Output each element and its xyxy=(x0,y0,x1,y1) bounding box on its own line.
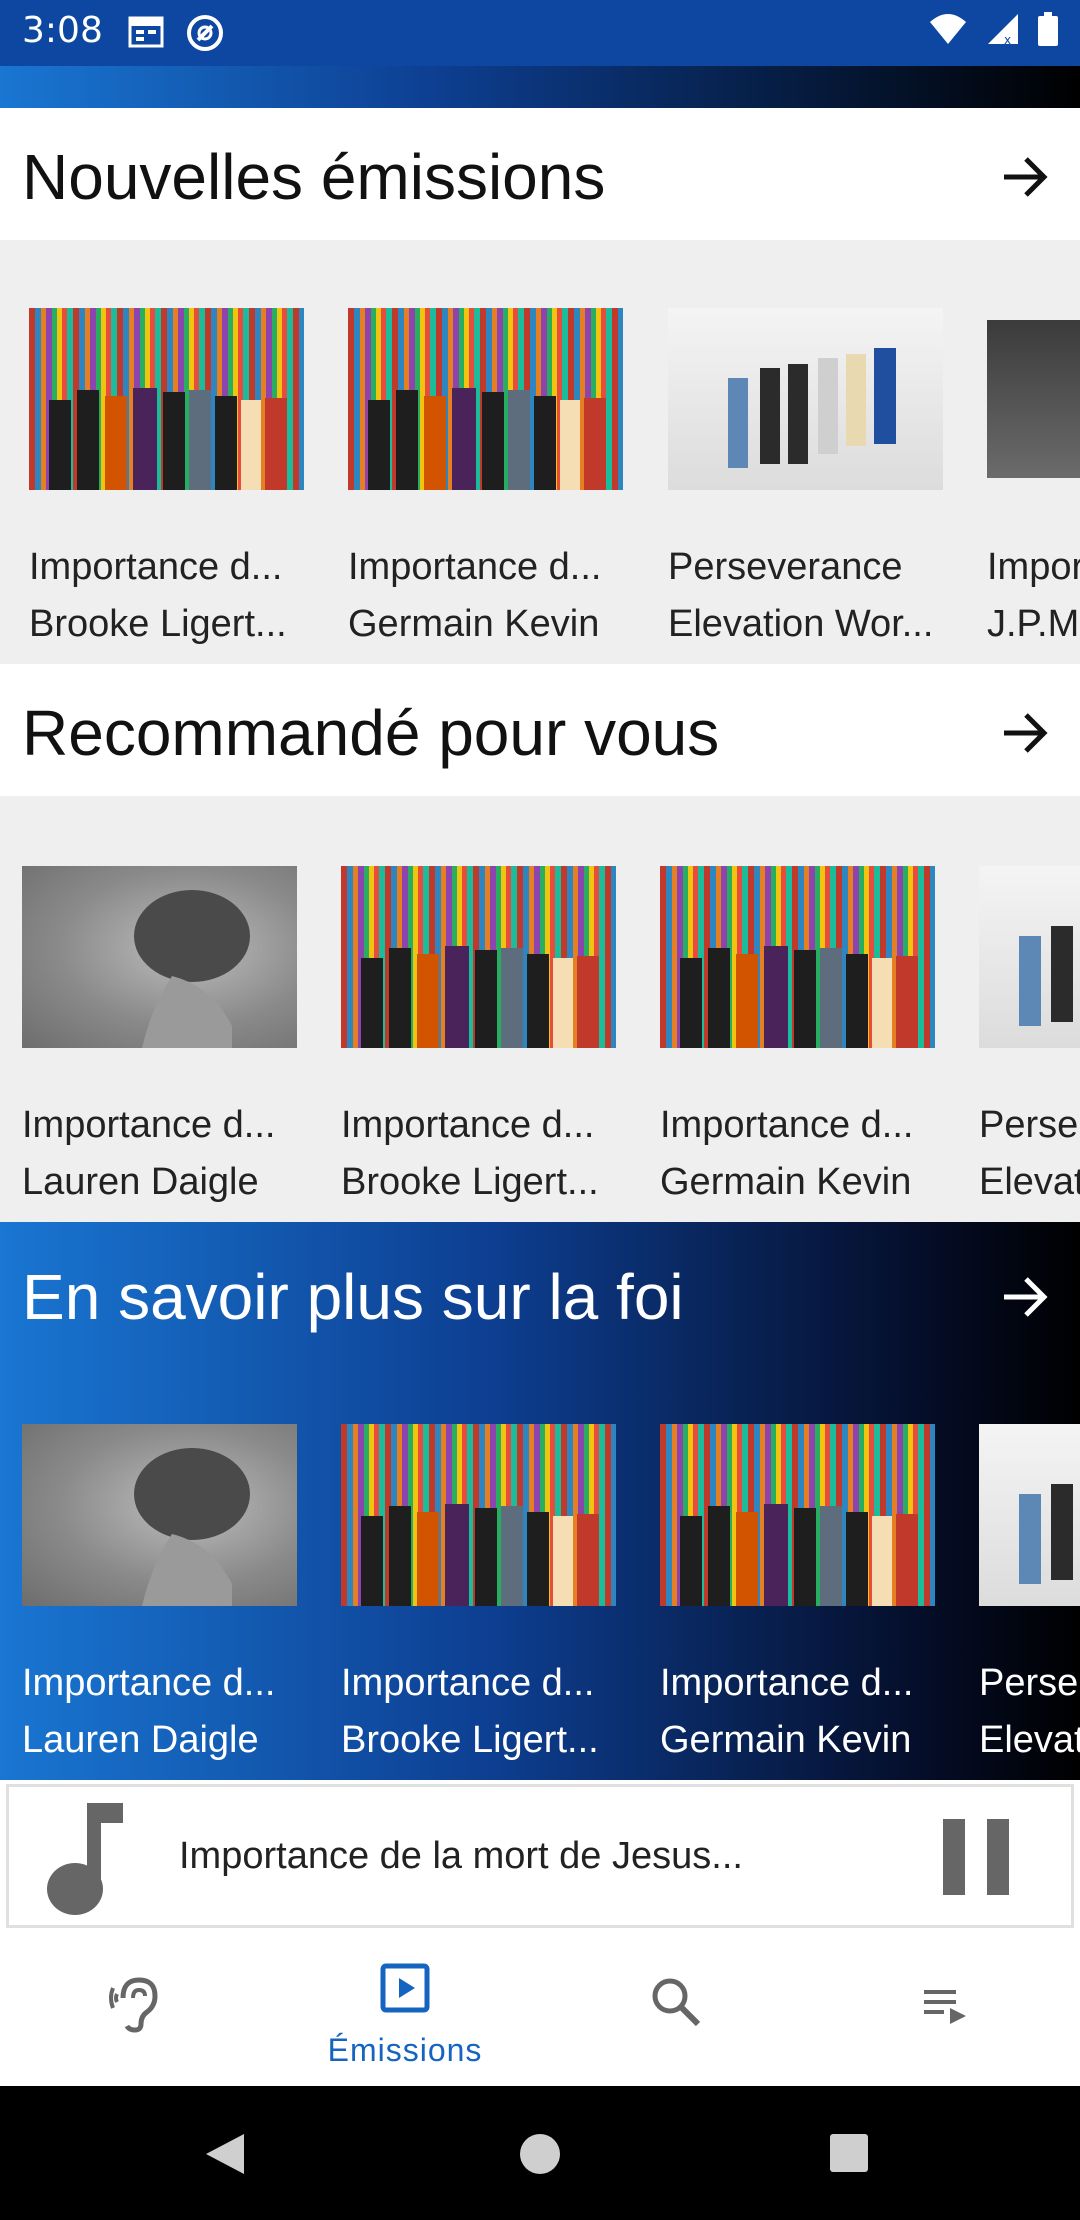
recents-icon[interactable] xyxy=(828,2132,870,2174)
show-subtitle: Germain Kevin xyxy=(348,603,600,645)
show-subtitle: Lauren Daigle xyxy=(22,1161,259,1203)
show-thumbnail xyxy=(22,1424,297,1606)
show-title: Importance d... xyxy=(341,1662,595,1704)
header-gradient xyxy=(0,66,1080,108)
section-header-recommended[interactable]: Recommandé pour vous xyxy=(0,664,1080,796)
nav-search[interactable] xyxy=(540,1934,810,2086)
home-icon[interactable] xyxy=(518,2132,562,2176)
section-header-new[interactable]: Nouvelles émissions xyxy=(0,108,1080,240)
music-note-icon xyxy=(47,1803,123,1915)
show-title: Perse xyxy=(979,1662,1079,1704)
show-subtitle: Lauren Daigle xyxy=(22,1719,259,1761)
ear-icon xyxy=(109,1977,158,2033)
calendar-icon xyxy=(128,14,164,53)
show-card[interactable]: Importance d... Brooke Ligert... xyxy=(341,1424,616,1762)
play-box-icon xyxy=(380,1963,430,2013)
show-card[interactable]: Perse Elevat xyxy=(979,866,1080,1204)
signal-icon: x xyxy=(986,12,1020,51)
show-title: Importance d... xyxy=(22,1662,276,1704)
nav-playlist[interactable] xyxy=(810,1934,1080,2086)
show-title: Importance d... xyxy=(660,1104,914,1146)
svg-text:x: x xyxy=(1004,33,1011,46)
nav-listen[interactable] xyxy=(0,1934,270,2086)
playlist-icon xyxy=(924,1990,966,2024)
show-card[interactable]: Importance d... Lauren Daigle xyxy=(22,866,297,1204)
show-thumbnail xyxy=(987,320,1080,478)
player-title[interactable]: Importance de la mort de Jesus... xyxy=(179,1835,743,1878)
arrow-right-icon[interactable] xyxy=(1000,708,1050,758)
show-subtitle: Germain Kevin xyxy=(660,1719,912,1761)
section-title: Recommandé pour vous xyxy=(22,697,720,769)
bottom-nav: Émissions xyxy=(0,1934,1080,2086)
show-thumbnail xyxy=(668,308,943,490)
show-thumbnail xyxy=(979,866,1080,1048)
search-icon xyxy=(652,1978,701,2027)
show-thumbnail xyxy=(979,1424,1080,1606)
status-bar: 3:08 x xyxy=(0,0,1080,66)
show-subtitle: J.P.M xyxy=(987,603,1080,645)
pause-icon[interactable] xyxy=(941,1817,1011,1897)
arrow-right-icon[interactable] xyxy=(1000,1272,1050,1322)
show-subtitle: Elevat xyxy=(979,1161,1080,1203)
show-subtitle: Germain Kevin xyxy=(660,1161,912,1203)
show-thumbnail xyxy=(341,866,616,1048)
show-thumbnail xyxy=(22,866,297,1048)
show-card[interactable]: Perseverance Elevation Wor... xyxy=(668,308,943,646)
wifi-icon xyxy=(928,12,968,51)
show-title: Importance d... xyxy=(660,1662,914,1704)
show-title: Importance d... xyxy=(341,1104,595,1146)
carousel-recommended[interactable]: Importance d... Lauren Daigle Importance… xyxy=(0,796,1080,1222)
show-subtitle: Elevation Wor... xyxy=(668,603,934,645)
show-card[interactable]: Importance d... Germain Kevin xyxy=(660,866,935,1204)
show-thumbnail xyxy=(29,308,304,490)
carousel-new[interactable]: Importance d... Brooke Ligert... Importa… xyxy=(0,240,1080,664)
show-subtitle: Brooke Ligert... xyxy=(341,1161,599,1203)
status-time: 3:08 xyxy=(22,10,103,51)
show-card[interactable]: Impor J.P.M xyxy=(987,320,1080,646)
nav-shows[interactable]: Émissions xyxy=(270,1934,540,2086)
show-title: Importance d... xyxy=(22,1104,276,1146)
system-nav-bar xyxy=(0,2086,1080,2220)
sync-icon xyxy=(186,14,224,57)
show-subtitle: Brooke Ligert... xyxy=(29,603,287,645)
show-thumbnail xyxy=(348,308,623,490)
show-card[interactable]: Importance d... Germain Kevin xyxy=(660,1424,935,1762)
show-thumbnail xyxy=(660,866,935,1048)
section-faith: En savoir plus sur la foi Importance d..… xyxy=(0,1222,1080,1780)
show-title: Impor xyxy=(987,546,1080,588)
battery-icon xyxy=(1038,12,1058,51)
show-card[interactable]: Importance d... Lauren Daigle xyxy=(22,1424,297,1762)
show-title: Perse xyxy=(979,1104,1079,1146)
back-icon[interactable] xyxy=(204,2132,246,2176)
show-title: Importance d... xyxy=(348,546,602,588)
mini-player[interactable]: Importance de la mort de Jesus... xyxy=(6,1784,1074,1928)
section-title: Nouvelles émissions xyxy=(22,141,606,213)
arrow-right-icon[interactable] xyxy=(1000,152,1050,202)
section-title[interactable]: En savoir plus sur la foi xyxy=(22,1260,684,1334)
show-title: Perseverance xyxy=(668,546,903,588)
nav-shows-label: Émissions xyxy=(327,2032,483,2068)
show-title: Importance d... xyxy=(29,546,283,588)
show-thumbnail xyxy=(341,1424,616,1606)
show-thumbnail xyxy=(660,1424,935,1606)
show-card[interactable]: Importance d... Brooke Ligert... xyxy=(341,866,616,1204)
show-card[interactable]: Perse Elevat xyxy=(979,1424,1080,1762)
show-subtitle: Brooke Ligert... xyxy=(341,1719,599,1761)
show-subtitle: Elevat xyxy=(979,1719,1080,1761)
show-card[interactable]: Importance d... Brooke Ligert... xyxy=(29,308,304,646)
show-card[interactable]: Importance d... Germain Kevin xyxy=(348,308,623,646)
